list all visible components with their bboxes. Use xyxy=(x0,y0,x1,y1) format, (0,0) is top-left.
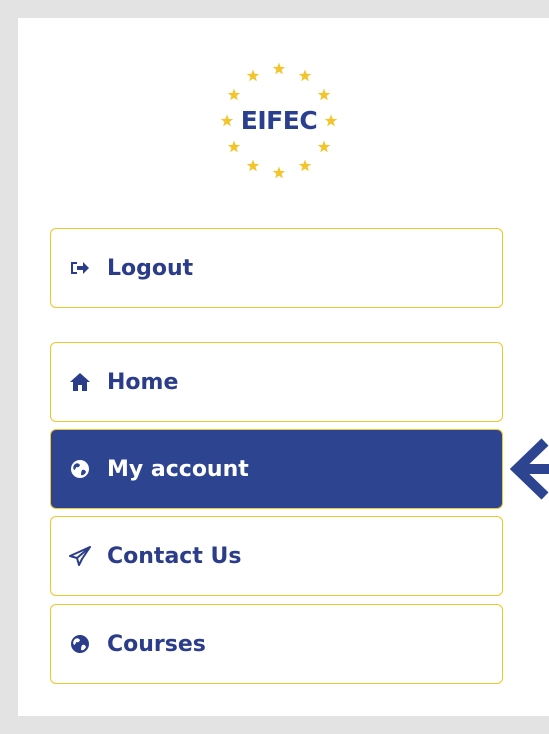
arrow-left-icon xyxy=(505,434,549,504)
logout-button[interactable]: Logout xyxy=(50,228,503,308)
home-label: Home xyxy=(107,369,179,395)
my-account-label: My account xyxy=(107,456,249,482)
globe-icon xyxy=(69,458,91,480)
eifec-logo: EIFEC xyxy=(214,56,344,186)
sidebar-item-my-account[interactable]: My account xyxy=(50,429,503,509)
sidebar-item-home[interactable]: Home xyxy=(50,342,503,422)
logout-label: Logout xyxy=(107,255,194,281)
globe-icon xyxy=(69,633,91,655)
contact-us-label: Contact Us xyxy=(107,543,242,569)
sign-out-icon xyxy=(69,257,91,279)
sidebar-item-courses[interactable]: Courses xyxy=(50,604,503,684)
sidebar-item-contact-us[interactable]: Contact Us xyxy=(50,516,503,596)
courses-label: Courses xyxy=(107,631,206,657)
logo-text: EIFEC xyxy=(240,106,318,135)
home-icon xyxy=(69,371,91,393)
paper-plane-icon xyxy=(69,545,91,567)
